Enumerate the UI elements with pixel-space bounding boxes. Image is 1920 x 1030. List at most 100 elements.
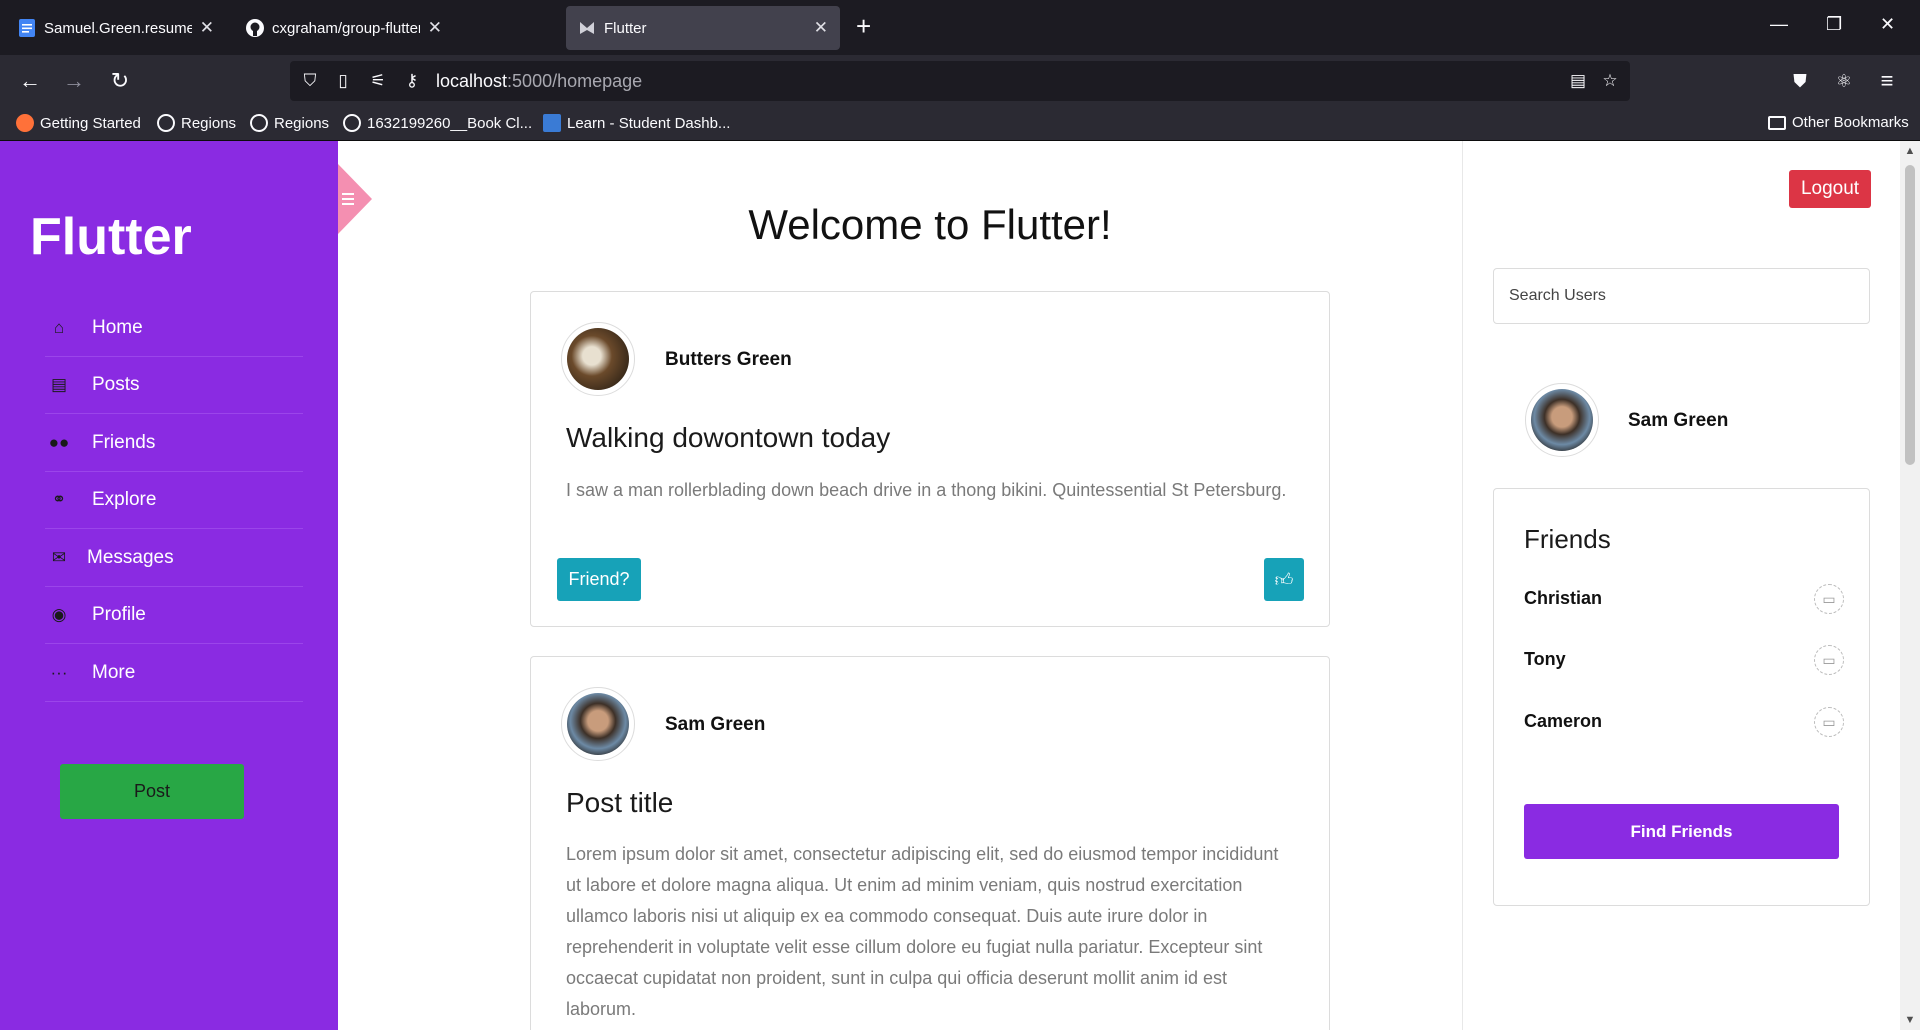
sidebar-toggle[interactable] [338,164,372,234]
current-user-name[interactable]: Sam Green [1628,410,1728,432]
nav-item-home[interactable]: ⌂ Home [45,300,303,357]
globe-icon [157,114,175,132]
friends-heading: Friends [1524,524,1611,554]
post-body: Lorem ipsum dolor sit amet, consectetur … [566,844,1279,1019]
avatar[interactable] [561,687,635,761]
permissions-icon[interactable]: ⚟ [368,71,388,91]
pocket-icon[interactable]: ⛊ [1786,67,1814,95]
find-friends-button[interactable]: Find Friends [1524,804,1839,859]
more-icon: ··· [50,663,68,682]
post-title: Walking dowontown today [566,422,891,453]
like-button[interactable]: 👍︎ [1264,558,1304,601]
bookmark-regions[interactable]: Regions [157,114,236,132]
bookmark-label: 1632199260__Book Cl... [367,114,533,132]
url-text[interactable]: localhost:5000/homepage [436,71,642,92]
friend-item[interactable]: Tony ▭ [1524,645,1844,675]
back-icon[interactable]: ← [16,67,44,95]
minimize-icon[interactable]: — [1770,14,1788,35]
friends-icon: ●● [48,433,70,452]
sidebar: Flutter ⌂ Home ▤ Posts ●● Friends ⚭ Expl… [0,141,338,1030]
cat-avatar-image [567,328,629,390]
tab-title: Flutter [604,19,647,37]
tab-resume[interactable]: Samuel.Green.resume_duy edits ✕ [6,6,226,50]
browser-nav-bar: ← → ↻ ⛉ ▯ ⚟ ⚷ localhost:5000/homepage ▤ … [0,55,1920,107]
posts-icon: ▤ [50,375,68,394]
nav-item-posts[interactable]: ▤ Posts [45,357,303,414]
new-tab-button[interactable]: + [856,12,871,40]
page-icon[interactable]: ▯ [333,71,353,91]
search-users-input[interactable] [1493,268,1870,324]
logout-button[interactable]: Logout [1789,170,1871,208]
broken-image-icon: ▭ [1814,707,1844,737]
close-icon[interactable]: ✕ [200,18,214,38]
bookmark-label: Regions [274,114,330,132]
post-button[interactable]: Post [60,764,244,819]
scroll-up-arrow-icon[interactable]: ▲ [1900,145,1920,157]
post-card: Sam Green Post title Lorem ipsum dolor s… [530,656,1330,1030]
nav-label: Profile [92,604,146,625]
friend-item[interactable]: Christian ▭ [1524,584,1844,614]
bookmark-learn[interactable]: Learn - Student Dashb... [543,114,730,132]
nav-label: Posts [92,374,140,395]
page-scrollbar[interactable]: ▲ ▼ [1900,141,1920,1030]
post-card: Butters Green Walking dowontown today I … [530,291,1330,627]
broken-image-icon: ▭ [1814,645,1844,675]
friend-request-button[interactable]: Friend? [557,558,641,601]
scroll-down-arrow-icon[interactable]: ▼ [1900,1014,1920,1026]
binoculars-icon: ⚭ [51,490,67,509]
scrollbar-thumb[interactable] [1905,165,1915,465]
bookmark-getting-started[interactable]: Getting Started [16,114,141,132]
forward-icon[interactable]: → [60,67,88,95]
tab-title: Samuel.Green.resume_duy edits [44,19,192,37]
post-author[interactable]: Sam Green [665,714,765,736]
nav-label: Messages [87,547,174,568]
nav-item-friends[interactable]: ●● Friends [45,415,303,472]
url-bar[interactable]: ⛉ ▯ ⚟ ⚷ localhost:5000/homepage ▤ ☆ [290,61,1630,101]
bookmark-label: Getting Started [40,114,141,132]
envelope-icon: ✉ [51,548,67,567]
current-user-avatar[interactable] [1525,383,1599,457]
friend-item[interactable]: Cameron ▭ [1524,707,1844,737]
nav-item-profile[interactable]: ◉ Profile [45,587,303,644]
brand-logo[interactable]: Flutter [30,207,192,267]
bookmark-label: Learn - Student Dashb... [567,114,731,132]
right-panel: Logout Sam Green Friends Christian ▭ Ton… [1462,141,1900,1030]
post-author[interactable]: Butters Green [665,349,792,371]
close-icon[interactable]: ✕ [428,18,442,38]
nav-label: Home [92,317,143,338]
reload-icon[interactable]: ↻ [106,67,134,95]
flutter-favicon [578,19,596,37]
other-bookmarks[interactable]: Other Bookmarks [1768,114,1909,131]
sam-avatar-image [567,693,629,755]
broken-image-icon: ▭ [1814,584,1844,614]
reader-view-icon[interactable]: ▤ [1568,71,1588,91]
github-icon [246,19,264,37]
avatar[interactable] [561,322,635,396]
shield-icon[interactable]: ⛉ [300,71,320,91]
nav-item-explore[interactable]: ⚭ Explore [45,472,303,529]
nav-label: More [92,662,136,683]
user-circle-icon: ◉ [51,605,67,624]
post-title: Post title [566,787,674,818]
bookmark-star-icon[interactable]: ☆ [1600,71,1620,91]
docs-icon [18,19,36,37]
key-icon[interactable]: ⚷ [402,71,422,91]
other-bookmarks-label: Other Bookmarks [1792,114,1909,131]
restore-icon[interactable]: ❐ [1826,14,1842,35]
close-icon[interactable]: ✕ [814,18,828,38]
nav-item-messages[interactable]: ✉ Messages [45,530,303,587]
bookmark-book[interactable]: 1632199260__Book Cl... [343,114,532,132]
menu-icon[interactable]: ≡ [1873,67,1901,95]
window-close-icon[interactable]: ✕ [1880,14,1895,35]
firefox-icon [16,114,34,132]
tab-flutter[interactable]: Flutter ✕ [566,6,840,50]
bookmark-regions-2[interactable]: Regions [250,114,329,132]
react-devtools-icon[interactable]: ⚛ [1830,67,1858,95]
thumbs-up-icon: 👍︎ [1274,569,1294,590]
nav-item-more[interactable]: ··· More [45,645,303,702]
tab-github[interactable]: cxgraham/group-flutter: Social ✕ [234,6,454,50]
friends-card: Friends Christian ▭ Tony ▭ Cameron ▭ Fin… [1493,488,1870,906]
learn-icon [543,114,561,132]
sam-avatar-image [1531,389,1593,451]
bookmark-label: Regions [181,114,237,132]
